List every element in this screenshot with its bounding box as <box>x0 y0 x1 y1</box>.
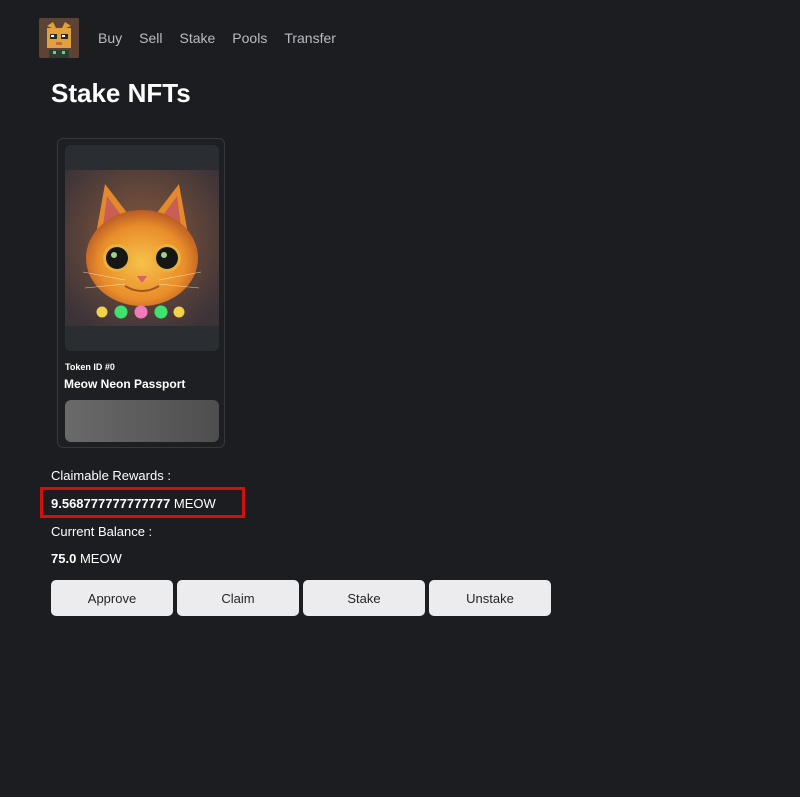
claimable-rewards-label: Claimable Rewards : <box>51 468 171 483</box>
nav-link-pools[interactable]: Pools <box>232 18 267 58</box>
nav-link-transfer[interactable]: Transfer <box>284 18 336 58</box>
current-balance-value: 75.0 MEOW <box>51 551 122 566</box>
nft-card[interactable]: Token ID #0 Meow Neon Passport <box>57 138 225 448</box>
approve-button[interactable]: Approve <box>51 580 173 616</box>
current-balance-label: Current Balance : <box>51 524 153 539</box>
stake-button[interactable]: Stake <box>303 580 425 616</box>
unstake-button[interactable]: Unstake <box>429 580 551 616</box>
nft-image-frame <box>65 145 219 351</box>
page: Buy Sell Stake Pools Transfer Stake NFTs <box>0 0 800 797</box>
action-buttons: Approve Claim Stake Unstake <box>51 580 551 616</box>
nav-link-buy[interactable]: Buy <box>98 18 122 58</box>
nft-name: Meow Neon Passport <box>64 377 186 391</box>
nav-link-stake[interactable]: Stake <box>179 18 215 58</box>
nav-link-sell[interactable]: Sell <box>139 18 162 58</box>
neon-cat-image <box>65 170 219 326</box>
current-balance-unit: MEOW <box>79 551 122 566</box>
claim-button[interactable]: Claim <box>177 580 299 616</box>
token-id: Token ID #0 <box>65 362 115 372</box>
nav-links: Buy Sell Stake Pools Transfer <box>98 18 353 58</box>
current-balance-amount: 75.0 <box>51 551 77 566</box>
card-select-button[interactable] <box>65 400 219 442</box>
page-title: Stake NFTs <box>51 78 191 108</box>
highlight-box <box>40 487 245 518</box>
cat-logo-icon[interactable] <box>39 18 79 58</box>
top-nav: Buy Sell Stake Pools Transfer <box>39 18 353 58</box>
